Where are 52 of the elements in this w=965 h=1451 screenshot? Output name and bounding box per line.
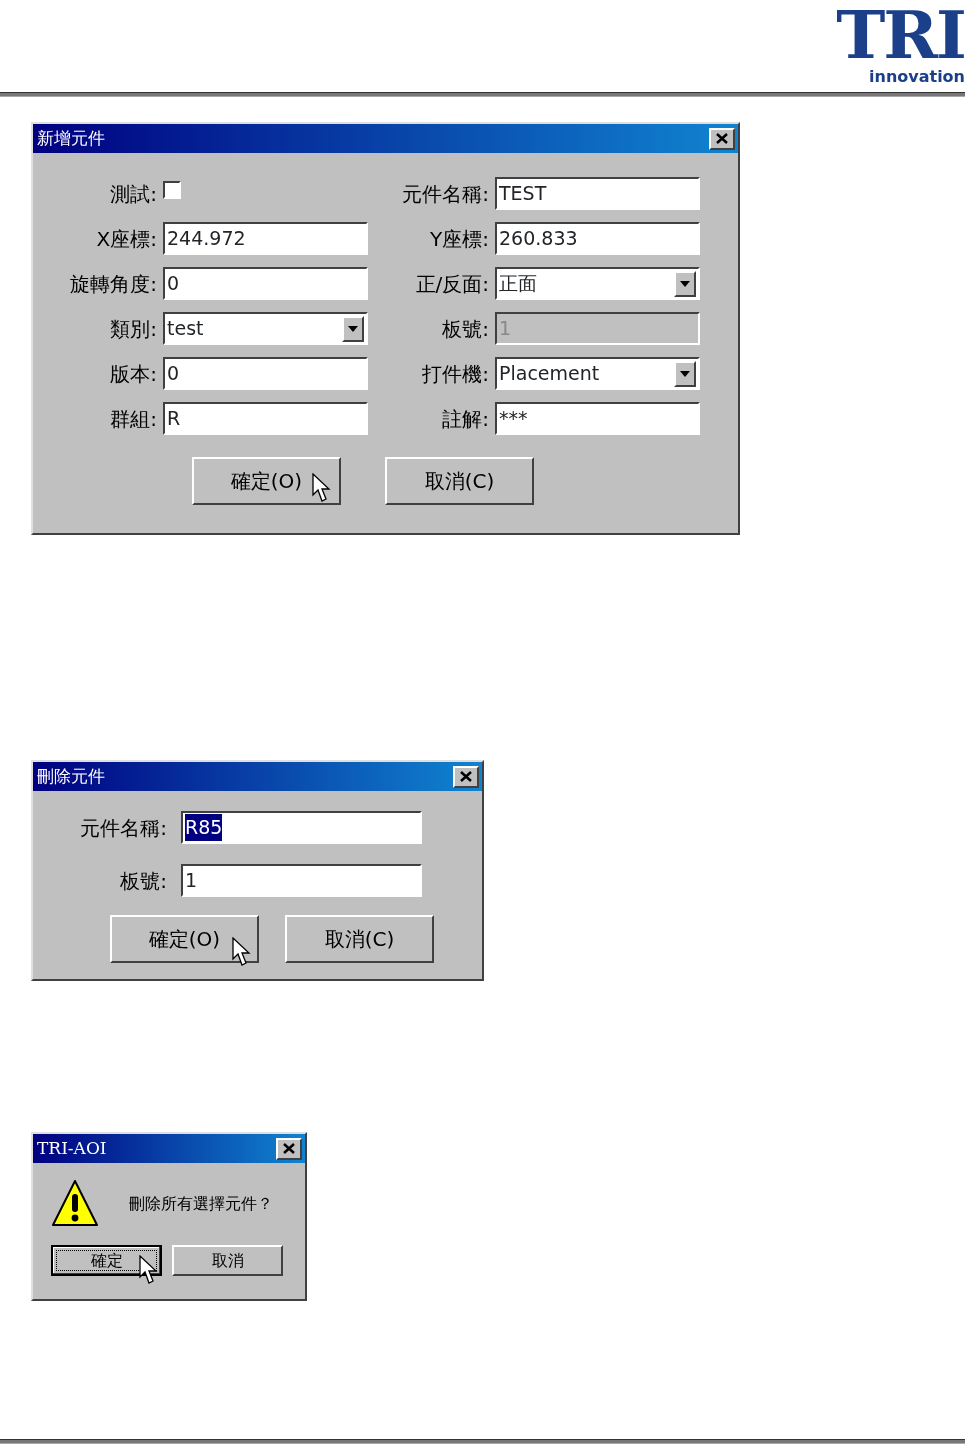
dropdown-field[interactable]: test: [163, 312, 368, 345]
dialog-button[interactable]: 取消: [172, 1245, 283, 1276]
dropdown-field[interactable]: Placement: [495, 357, 700, 390]
window-title: 刪除元件: [37, 764, 105, 788]
field-label: 板號:: [441, 315, 490, 343]
dialog-button[interactable]: 確定(O): [192, 457, 341, 505]
close-button[interactable]: [276, 1137, 302, 1160]
dropdown-button[interactable]: [674, 270, 696, 297]
field-label: 類別:: [109, 315, 158, 343]
checkbox[interactable]: [163, 181, 181, 199]
input-field[interactable]: 244.972: [163, 222, 368, 255]
input-field[interactable]: 260.833: [495, 222, 700, 255]
field-label: Y座標:: [429, 225, 490, 253]
field-label: 打件機:: [421, 360, 490, 388]
close-icon: [460, 771, 472, 782]
input-field[interactable]: R85: [181, 811, 422, 844]
field-label: 元件名稱:: [79, 814, 168, 842]
caret-icon: [680, 280, 690, 287]
close-button[interactable]: [453, 765, 479, 788]
dialog-button[interactable]: 取消(C): [285, 915, 434, 963]
dialog-button[interactable]: 確定: [51, 1245, 162, 1276]
field-label: 元件名稱:: [401, 180, 490, 208]
logo-text: TRI: [836, 2, 965, 68]
warning-icon: [51, 1179, 99, 1229]
tagline-text: innovation: [869, 68, 965, 86]
caret-icon: [348, 325, 358, 332]
dropdown-field[interactable]: 正面: [495, 267, 700, 300]
field-label: 測試:: [109, 180, 158, 208]
close-button[interactable]: [709, 127, 735, 150]
input-field[interactable]: R: [163, 402, 368, 435]
field-label: 正/反面:: [414, 270, 490, 298]
dialog-button[interactable]: 確定(O): [110, 915, 259, 963]
close-icon: [283, 1143, 295, 1154]
field-label: 群組:: [109, 405, 158, 433]
input-field[interactable]: ***: [495, 402, 700, 435]
input-field[interactable]: 0: [163, 357, 368, 390]
close-icon: [716, 133, 728, 144]
window-title: TRI-AOI: [37, 1136, 107, 1160]
input-field[interactable]: TEST: [495, 177, 700, 210]
window-title: 新增元件: [37, 126, 105, 150]
dropdown-button[interactable]: [342, 315, 364, 342]
field-label: 版本:: [109, 360, 158, 388]
input-field[interactable]: 1: [181, 864, 422, 897]
field-label: X座標:: [95, 225, 158, 253]
input-field[interactable]: 0: [163, 267, 368, 300]
dropdown-button[interactable]: [674, 360, 696, 387]
field-label: 註解:: [441, 405, 490, 433]
field-label: 板號:: [119, 867, 168, 895]
message-text: 刪除所有選擇元件？: [129, 1193, 274, 1215]
dialog-button[interactable]: 取消(C): [385, 457, 534, 505]
field-label: 旋轉角度:: [69, 270, 158, 298]
caret-icon: [680, 370, 690, 377]
